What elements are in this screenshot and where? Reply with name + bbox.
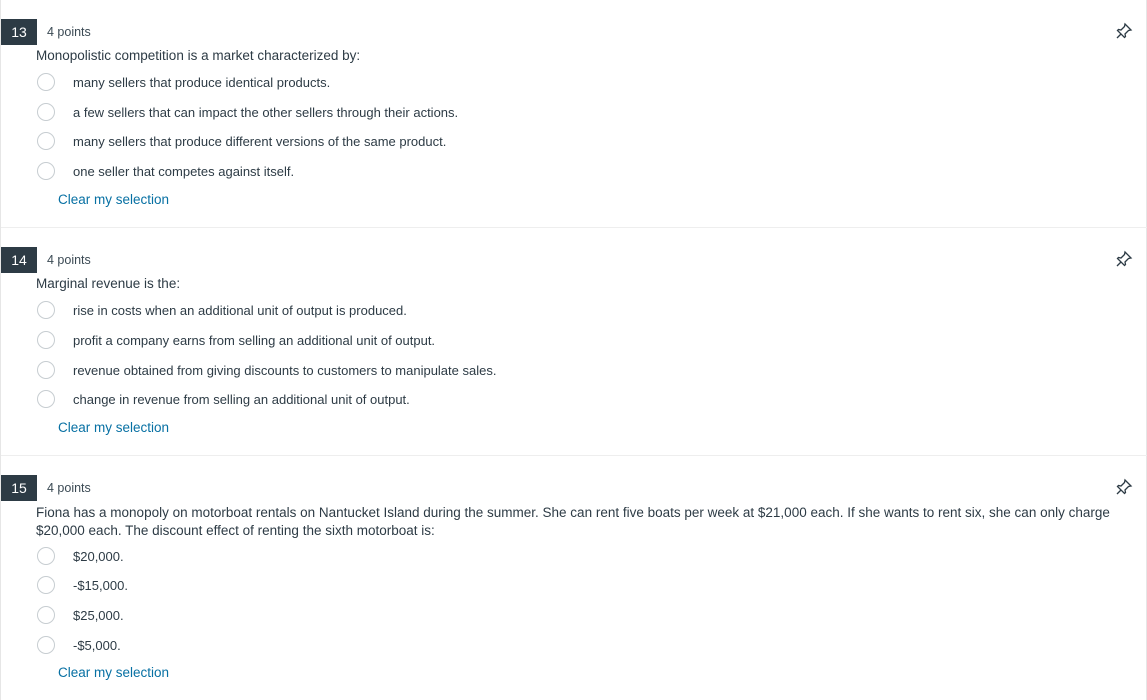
radio-button[interactable] [37, 162, 55, 180]
radio-button[interactable] [37, 301, 55, 319]
answer-option[interactable]: revenue obtained from giving discounts t… [37, 359, 496, 381]
question-points: 4 points [47, 481, 91, 495]
answer-option[interactable]: one seller that competes against itself. [37, 160, 294, 182]
answer-option[interactable]: -$5,000. [37, 634, 121, 656]
radio-button[interactable] [37, 361, 55, 379]
radio-button[interactable] [37, 576, 55, 594]
clear-selection-link[interactable]: Clear my selection [58, 664, 169, 682]
question-points: 4 points [47, 25, 91, 39]
quiz-page: 13 4 points Monopolistic competition is … [0, 0, 1147, 700]
pin-icon[interactable] [1114, 477, 1134, 497]
clear-selection-link[interactable]: Clear my selection [58, 419, 169, 437]
answer-label: one seller that competes against itself. [73, 163, 295, 179]
answer-label: $25,000. [73, 607, 124, 623]
answer-label: -$5,000. [73, 637, 121, 653]
pin-icon[interactable] [1114, 249, 1134, 269]
answer-label: -$15,000. [73, 577, 128, 593]
radio-button[interactable] [37, 331, 55, 349]
answer-option[interactable]: $25,000. [37, 604, 124, 626]
radio-button[interactable] [37, 547, 55, 565]
answer-option[interactable]: $20,000. [37, 545, 124, 567]
clear-selection-link[interactable]: Clear my selection [58, 191, 169, 209]
answer-label: profit a company earns from selling an a… [73, 332, 436, 348]
question-divider [1, 455, 1147, 456]
radio-button[interactable] [37, 73, 55, 91]
radio-button[interactable] [37, 132, 55, 150]
answer-option[interactable]: change in revenue from selling an additi… [37, 388, 410, 410]
answer-option[interactable]: -$15,000. [37, 574, 128, 596]
question-text: Fiona has a monopoly on motorboat rental… [36, 505, 1110, 538]
answer-label: revenue obtained from giving discounts t… [73, 362, 497, 378]
answer-option[interactable]: profit a company earns from selling an a… [37, 329, 435, 351]
answer-label: many sellers that produce identical prod… [73, 74, 331, 90]
question-text: Marginal revenue is the: [36, 276, 181, 291]
answer-option[interactable]: many sellers that produce different vers… [37, 130, 446, 152]
radio-button[interactable] [37, 103, 55, 121]
question-number-14: 14 [1, 247, 37, 273]
question-text: Monopolistic competition is a market cha… [36, 48, 361, 63]
answer-label: change in revenue from selling an additi… [73, 391, 410, 407]
answer-label: $20,000. [73, 548, 124, 564]
question-divider [1, 227, 1147, 228]
radio-button[interactable] [37, 606, 55, 624]
question-number-13: 13 [1, 19, 37, 45]
radio-button[interactable] [37, 390, 55, 408]
answer-label: a few sellers that can impact the other … [73, 104, 459, 120]
answer-label: many sellers that produce different vers… [73, 133, 447, 149]
answer-label: rise in costs when an additional unit of… [73, 302, 407, 318]
question-number-15: 15 [1, 475, 37, 501]
pin-icon[interactable] [1114, 21, 1134, 41]
answer-option[interactable]: many sellers that produce identical prod… [37, 71, 330, 93]
question-points: 4 points [47, 253, 91, 267]
radio-button[interactable] [37, 636, 55, 654]
answer-option[interactable]: rise in costs when an additional unit of… [37, 299, 407, 321]
answer-option[interactable]: a few sellers that can impact the other … [37, 101, 458, 123]
